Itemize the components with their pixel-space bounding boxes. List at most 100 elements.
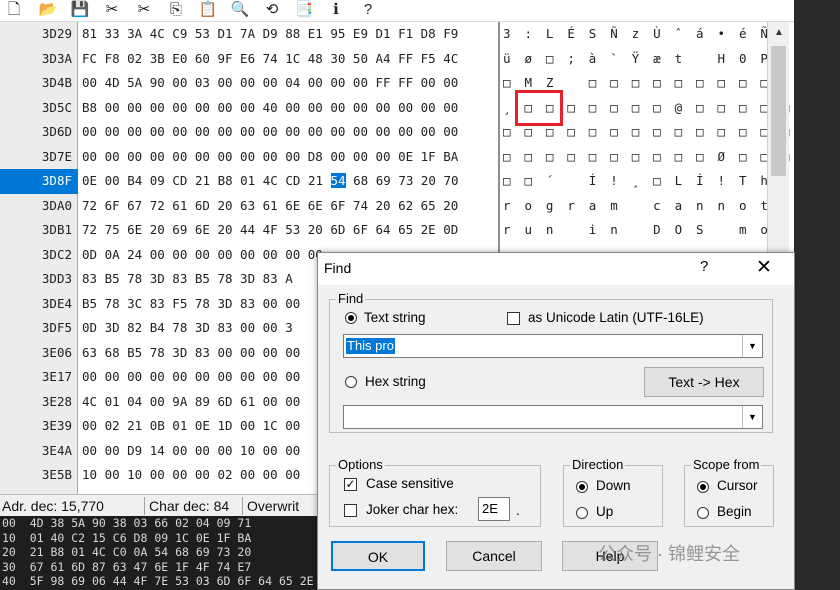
row-address: 3DD3: [41, 271, 72, 286]
hex-row[interactable]: 72 6F 67 72 61 6D 20 63 61 6E 6E 6F 74 2…: [82, 194, 458, 219]
case-sensitive-checkbox[interactable]: ✓: [344, 478, 357, 491]
toolbar: 🗋 📂 💾 ✂ ✂ ⎘ 📋 🔍 ⟲ 📑 ℹ ?: [0, 0, 840, 22]
text-string-label[interactable]: Text string: [364, 310, 426, 325]
ok-button[interactable]: OK: [331, 541, 425, 571]
row-address: 3DB1: [41, 222, 72, 237]
hex-row[interactable]: 83 B5 78 3D 83 B5 78 3D 83 A: [82, 267, 293, 292]
row-address: 3E17: [41, 369, 72, 384]
search-text-value: This pro: [346, 338, 395, 354]
copy-icon[interactable]: ⎘: [164, 0, 188, 20]
hex-row[interactable]: 81 33 3A 4C C9 53 D1 7A D9 88 E1 95 E9 D…: [82, 22, 458, 47]
selected-byte[interactable]: 54: [330, 173, 346, 188]
hex-row[interactable]: 4C 01 04 00 9A 89 6D 61 00 00: [82, 390, 300, 415]
mz-highlight-box: [515, 90, 563, 126]
scissors-icon[interactable]: ✂: [132, 0, 156, 20]
chevron-down-icon[interactable]: ▼: [742, 406, 762, 428]
help-cursor-icon[interactable]: ?: [356, 0, 380, 20]
hex-row[interactable]: 00 00 00 00 00 00 00 00 00 00 00 00 00 0…: [82, 120, 458, 145]
hex-row[interactable]: 10 00 10 00 00 00 02 00 00 00: [82, 463, 300, 488]
save-icon[interactable]: 💾: [68, 0, 92, 20]
bottom-hex-line: 20 21 B8 01 4C C0 0A 54 68 69 73 20: [2, 545, 252, 559]
open-folder-icon[interactable]: 📂: [36, 0, 60, 20]
joker-hex-input[interactable]: 2E: [478, 497, 510, 521]
watermark: 公众号 · 锦鲤安全: [598, 544, 740, 564]
help-icon[interactable]: ?: [700, 258, 708, 275]
find-icon[interactable]: 🔍: [228, 0, 252, 20]
paste-icon[interactable]: 📋: [196, 0, 220, 20]
hex-string-radio[interactable]: [345, 376, 357, 388]
hex-row[interactable]: B8 00 00 00 00 00 00 00 40 00 00 00 00 0…: [82, 96, 458, 121]
hex-row[interactable]: 00 00 00 00 00 00 00 00 00 00 D8 00 00 0…: [82, 145, 458, 170]
row-address: 3E4A: [41, 442, 72, 458]
unicode-label[interactable]: as Unicode Latin (UTF-16LE): [528, 310, 704, 325]
hex-string-combo[interactable]: ▼: [343, 405, 763, 429]
hex-row[interactable]: 0D 0A 24 00 00 00 00 00 00 00 00: [82, 243, 323, 268]
begin-label[interactable]: Begin: [717, 504, 752, 519]
dialog-titlebar: Find ? ✕: [318, 253, 794, 285]
unicode-checkbox[interactable]: [507, 312, 520, 325]
row-address: 3D8F: [0, 169, 78, 194]
text-row[interactable]: ü ø □ ; à ` Ÿ æ t H 0 P ¤ ÿ õ L: [503, 47, 840, 72]
hex-string-label[interactable]: Hex string: [365, 374, 426, 389]
row-address: 3D4B: [41, 75, 72, 90]
row-address: 3DF5: [41, 320, 72, 335]
up-label[interactable]: Up: [596, 504, 613, 519]
row-address: 3DA0: [41, 197, 72, 213]
chevron-down-icon[interactable]: ▼: [742, 335, 762, 357]
row-address: 3D29: [41, 26, 72, 41]
hex-row[interactable]: B5 78 3C 83 F5 78 3D 83 00 00: [82, 292, 300, 317]
options-group-label: Options: [336, 457, 385, 472]
hex-row[interactable]: 00 00 D9 14 00 00 00 10 00 00: [82, 439, 300, 464]
info-icon[interactable]: ℹ: [324, 0, 348, 20]
cursor-label[interactable]: Cursor: [717, 478, 758, 493]
clipboard-icon[interactable]: 📑: [292, 0, 316, 20]
up-radio[interactable]: [576, 507, 588, 519]
row-address: 3D3A: [41, 50, 72, 66]
joker-suffix: .: [516, 503, 520, 518]
bottom-hex-line: 30 67 61 6D 87 63 47 6E 1F 4F 74 E7: [2, 559, 252, 574]
text-string-radio[interactable]: [345, 312, 357, 324]
new-file-icon[interactable]: 🗋: [2, 0, 26, 20]
joker-label[interactable]: Joker char hex:: [366, 502, 458, 517]
direction-group-label: Direction: [570, 457, 626, 472]
close-icon[interactable]: ✕: [756, 256, 772, 279]
status-char: Char dec: 84: [147, 497, 243, 515]
cut-icon[interactable]: ✂: [100, 0, 124, 20]
text-to-hex-button[interactable]: Text -> Hex: [644, 367, 764, 397]
text-row[interactable]: □ □ ´ Í ! ¸ □ L Í ! T h i s p: [503, 169, 840, 194]
replace-icon[interactable]: ⟲: [260, 0, 284, 20]
bottom-hex-line: 10 01 40 C2 15 C6 D8 09 1C 0E 1F BA: [2, 530, 252, 545]
scroll-up-icon[interactable]: ▲: [770, 24, 788, 42]
scope-group-label: Scope from: [691, 457, 762, 472]
hex-row[interactable]: 72 75 6E 20 69 6E 20 44 4F 53 20 6D 6F 6…: [82, 218, 458, 243]
cursor-radio[interactable]: [697, 481, 709, 493]
begin-radio[interactable]: [697, 507, 709, 519]
row-address: 3D6D: [41, 124, 72, 139]
hex-row[interactable]: 0E 00 B4 09 CD 21 B8 01 4C CD 21 54 68 6…: [82, 169, 459, 194]
row-address: 3D5C: [41, 99, 72, 115]
down-radio[interactable]: [576, 481, 588, 493]
row-address: 3E39: [41, 418, 72, 433]
row-address: 3D7E: [41, 148, 72, 164]
hex-row[interactable]: 0D 3D 82 B4 78 3D 83 00 00 3: [82, 316, 293, 341]
case-sensitive-label[interactable]: Case sensitive: [366, 476, 454, 491]
dialog-title: Find: [324, 260, 352, 276]
hex-row[interactable]: 63 68 B5 78 3D 83 00 00 00 00: [82, 341, 300, 366]
background-window: [794, 0, 840, 590]
text-row[interactable]: □ □ □ □ □ □ □ □ □ □ Ø □ □ □ □ □ º: [503, 145, 840, 170]
bottom-hex-line: 00 4D 38 5A 90 38 03 66 02 04 09 71: [2, 516, 252, 530]
cancel-button[interactable]: Cancel: [446, 541, 542, 571]
address-column: 3D29 3D3A 3D4B 3D5C 3D6D 3D7E 3D8F 3DA0 3DB1 3DC2…: [0, 22, 78, 494]
search-text-combo[interactable]: This pro ▼: [343, 334, 763, 358]
status-adr: Adr. dec: 15,770: [0, 497, 145, 515]
hex-row[interactable]: 00 4D 5A 90 00 03 00 00 00 04 00 00 00 F…: [82, 71, 458, 96]
row-address: 3E28: [41, 393, 72, 409]
hex-row[interactable]: FC F8 02 3B E0 60 9F E6 74 1C 48 30 50 A…: [82, 47, 458, 72]
hex-row[interactable]: 00 00 00 00 00 00 00 00 00 00: [82, 365, 300, 390]
scroll-thumb[interactable]: [771, 46, 786, 176]
row-address: 3E06: [41, 344, 72, 360]
row-address: 3DC2: [41, 246, 72, 262]
down-label[interactable]: Down: [596, 478, 631, 493]
joker-checkbox[interactable]: [344, 504, 357, 517]
hex-row[interactable]: 00 02 21 0B 01 0E 1D 00 1C 00: [82, 414, 300, 439]
